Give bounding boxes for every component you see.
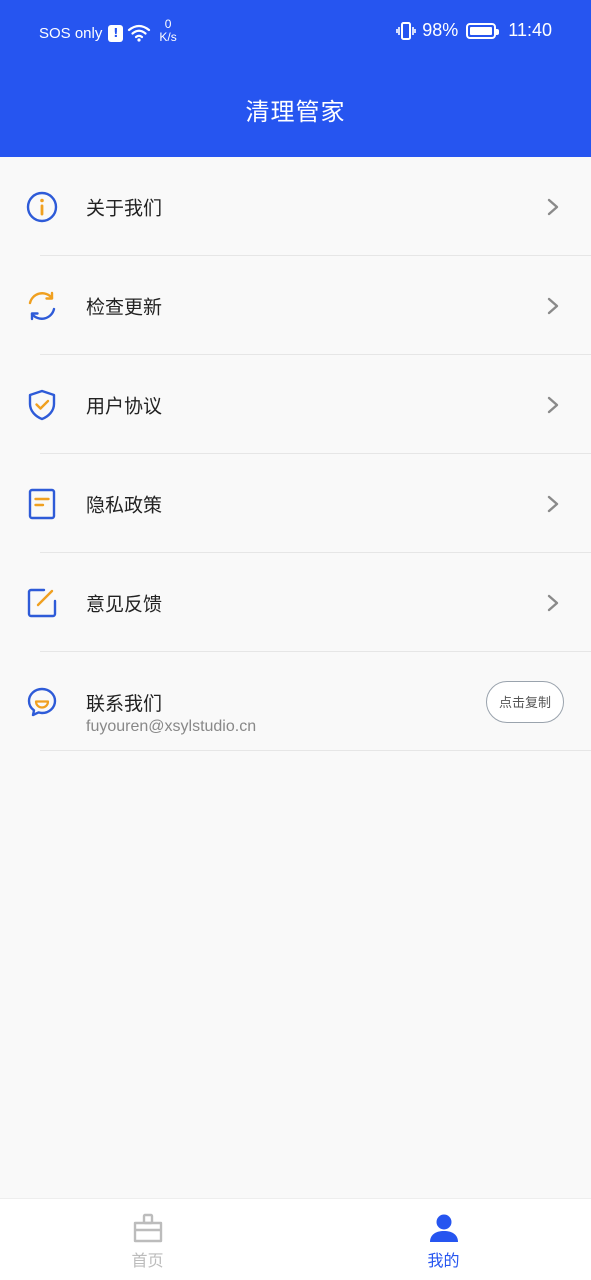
nav-home[interactable]: 首页	[0, 1199, 295, 1280]
nav-mine[interactable]: 我的	[296, 1199, 591, 1280]
menu-list: 关于我们 检查更新 用户协议 隐私政策 意见反馈 联系我们 fuyouren@x…	[0, 157, 591, 751]
menu-item-label: 隐私政策	[86, 494, 163, 516]
status-right: 98% 11:40	[396, 20, 552, 41]
chevron-right-icon	[547, 495, 559, 512]
status-bar: SOS only ! 0 K/s 98% 11:40	[0, 0, 591, 66]
chevron-right-icon	[547, 198, 559, 215]
clock: 11:40	[508, 20, 552, 40]
menu-item-label: 关于我们	[86, 197, 163, 219]
menu-item-label: 用户协议	[86, 395, 163, 417]
nav-home-label: 首页	[131, 1251, 164, 1270]
app-header: SOS only ! 0 K/s 98% 11:40 清理管家	[0, 0, 591, 157]
menu-item-privacy-policy[interactable]: 隐私政策	[0, 454, 591, 553]
user-icon	[429, 1214, 458, 1242]
chat-smile-icon	[24, 684, 60, 720]
menu-item-user-agreement[interactable]: 用户协议	[0, 355, 591, 454]
wifi-icon	[128, 24, 151, 42]
contact-label: 联系我们	[86, 693, 163, 715]
nav-mine-label: 我的	[427, 1251, 460, 1270]
chevron-right-icon	[547, 594, 559, 611]
info-icon	[24, 189, 60, 225]
battery-fill	[470, 26, 492, 35]
network-speed-unit: K/s	[159, 30, 177, 44]
menu-item-label: 意见反馈	[86, 593, 163, 615]
chevron-right-icon	[547, 297, 559, 314]
status-left: SOS only ! 0 K/s	[39, 18, 177, 44]
menu-item-about[interactable]: 关于我们	[0, 157, 591, 256]
alert-icon: !	[108, 24, 124, 42]
refresh-icon	[24, 288, 60, 324]
document-icon	[24, 486, 60, 522]
carrier-text: SOS only	[39, 24, 103, 42]
battery-percent: 98%	[422, 20, 459, 40]
battery-icon	[466, 22, 500, 39]
bottom-nav: 首页 我的	[0, 1198, 591, 1280]
shield-check-icon	[24, 387, 60, 423]
vibrate-icon	[396, 21, 417, 40]
menu-item-label: 检查更新	[86, 296, 163, 318]
divider	[40, 750, 591, 751]
page-title: 清理管家	[245, 98, 346, 126]
menu-item-feedback[interactable]: 意见反馈	[0, 553, 591, 652]
menu-item-check-update[interactable]: 检查更新	[0, 256, 591, 355]
home-broom-icon	[133, 1213, 162, 1243]
edit-icon	[24, 585, 60, 621]
network-speed: 0 K/s	[159, 18, 176, 44]
chevron-right-icon	[547, 396, 559, 413]
contact-email: fuyouren@xsylstudio.cn	[86, 718, 257, 735]
menu-item-contact: 联系我们 fuyouren@xsylstudio.cn 点击复制	[0, 652, 591, 751]
copy-email-button[interactable]: 点击复制	[485, 680, 564, 723]
settings-screen: SOS only ! 0 K/s 98% 11:40 清理管家 关于我们 检查更…	[0, 0, 591, 1280]
